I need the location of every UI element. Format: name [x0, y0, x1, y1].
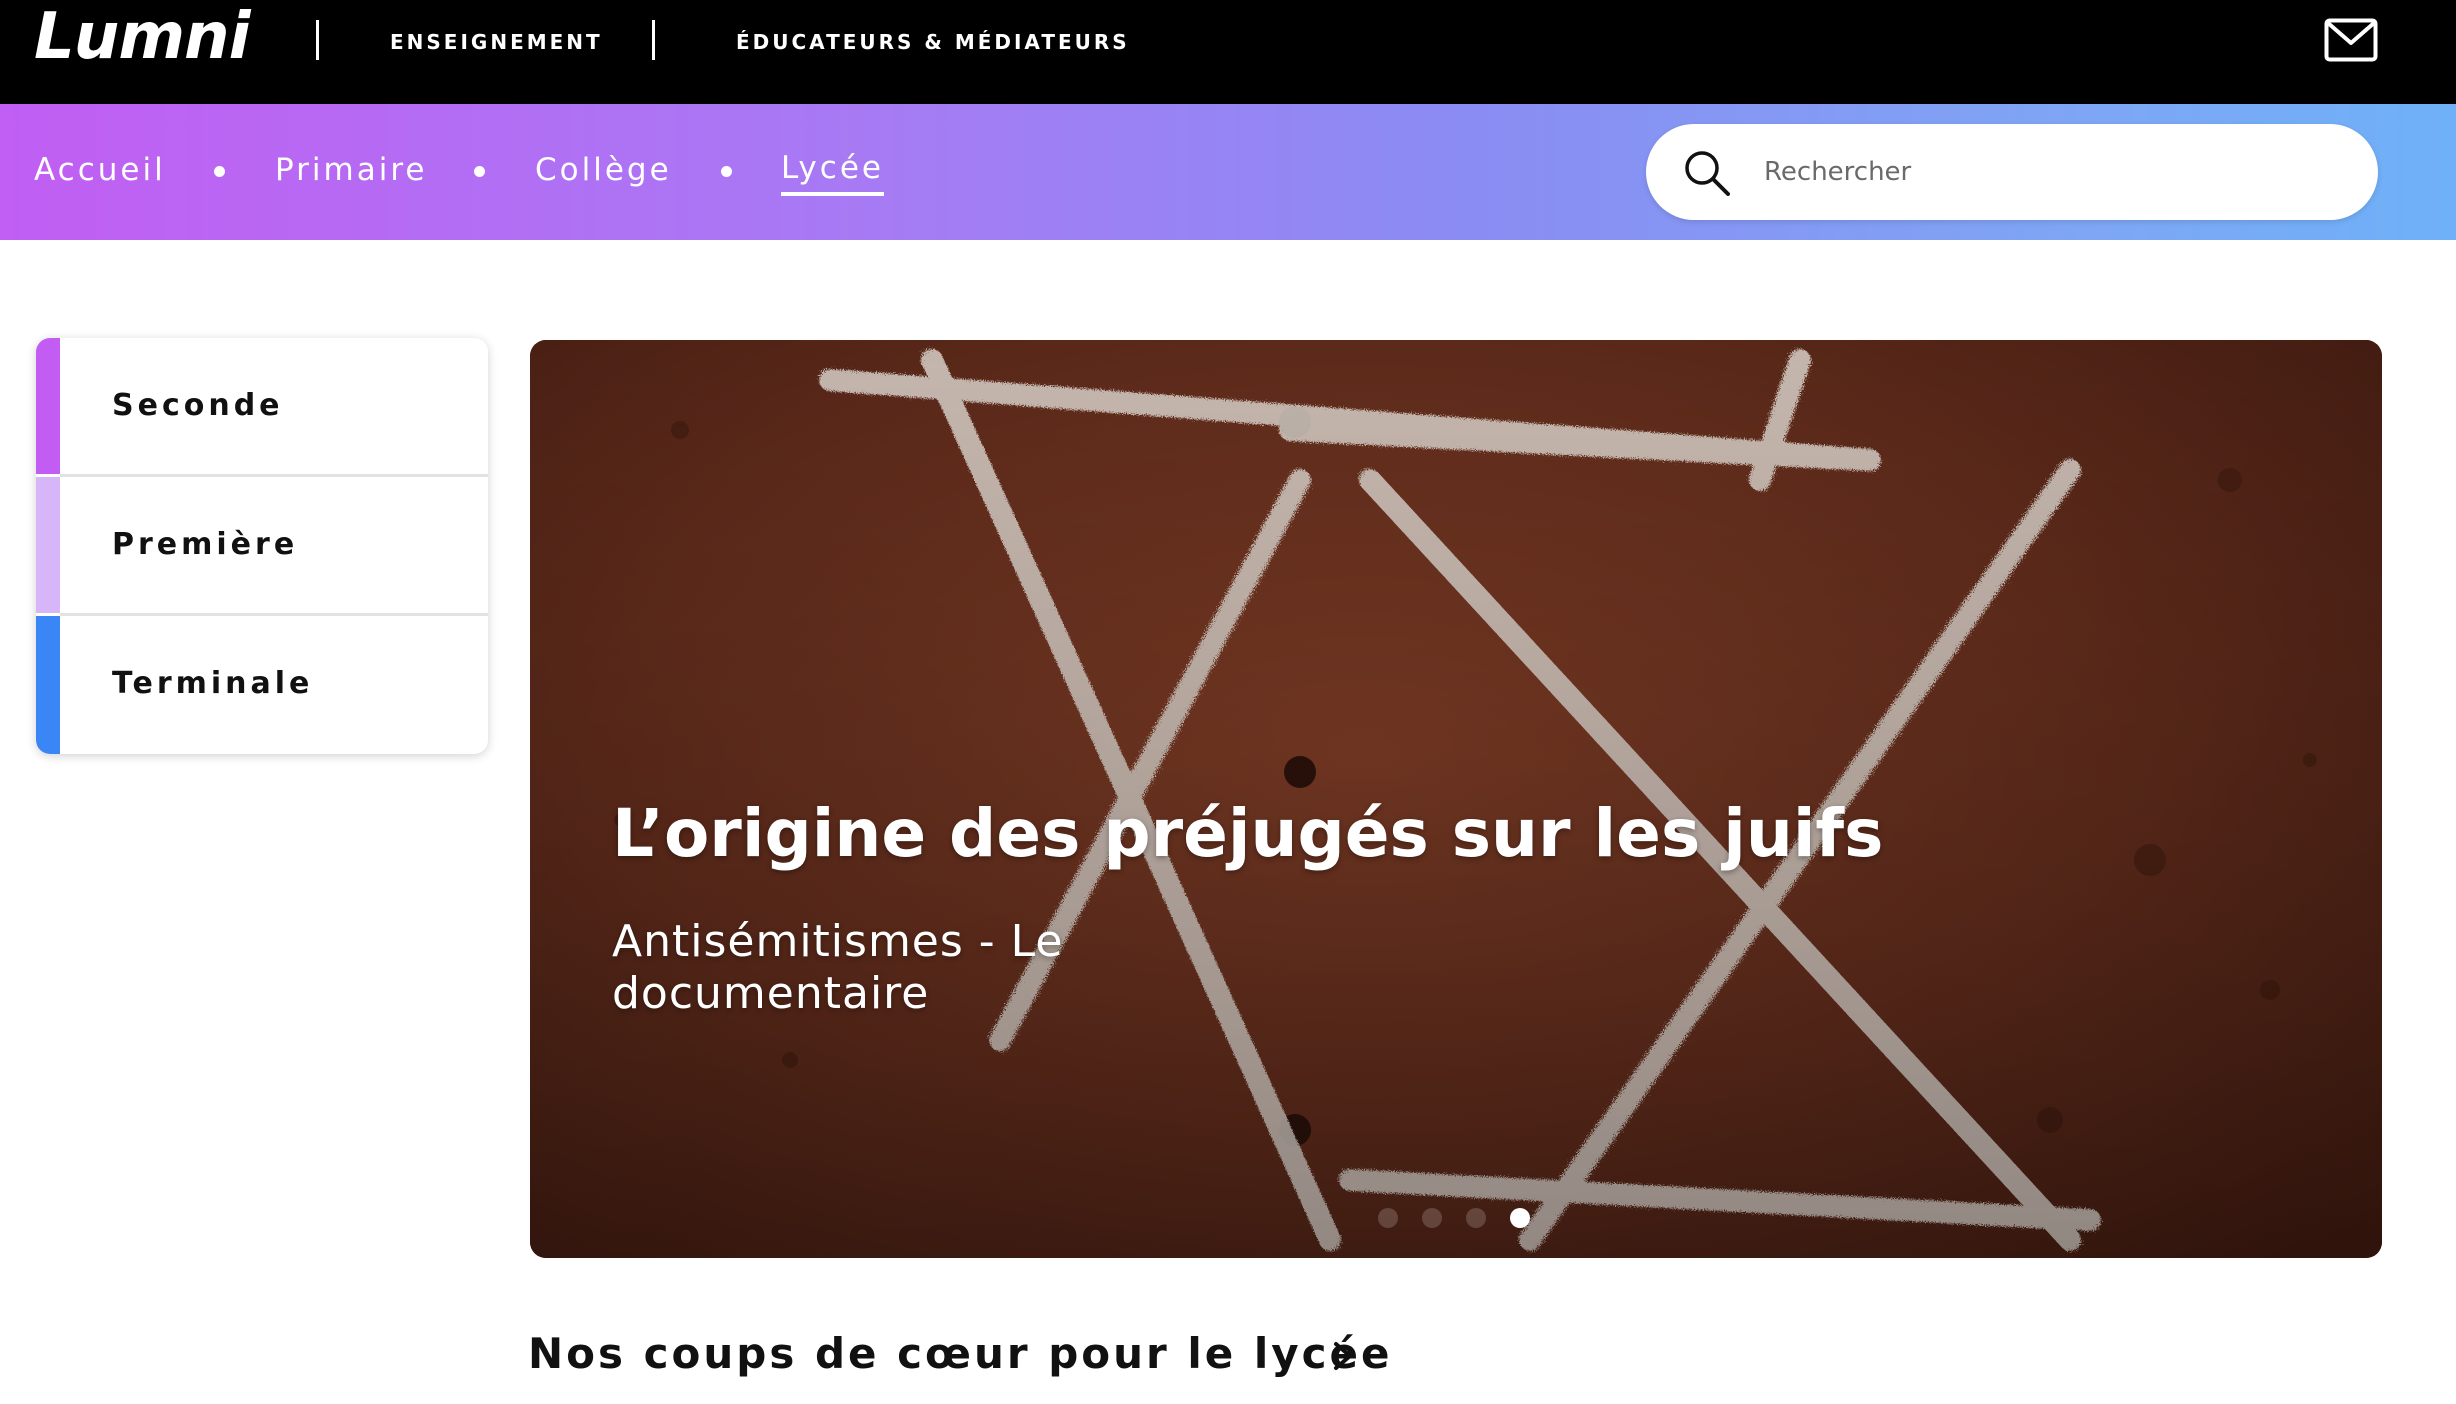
- nav-item-college[interactable]: Collège: [535, 150, 672, 190]
- nav-item-lycee[interactable]: Lycée: [781, 148, 884, 196]
- carousel-dot[interactable]: [1378, 1208, 1398, 1228]
- sidebar-color-bar: [36, 616, 60, 754]
- search-icon[interactable]: [1682, 148, 1732, 198]
- sidebar-color-bar: [36, 338, 60, 474]
- sidebar-item-premiere[interactable]: Première: [36, 477, 488, 613]
- hero-subtitle: Antisémitismes - Le documentaire: [612, 916, 1064, 1019]
- section-title[interactable]: Nos coups de cœur pour le lycée: [528, 1326, 1393, 1382]
- carousel-dot[interactable]: [1466, 1208, 1486, 1228]
- sidebar-color-bar: [36, 477, 60, 613]
- header-link-educateurs[interactable]: ÉDUCATEURS & MÉDIATEURS: [736, 28, 1130, 56]
- sidebar-item-seconde[interactable]: Seconde: [36, 338, 488, 474]
- grade-sidebar: Seconde Première Terminale: [36, 338, 488, 754]
- search-box[interactable]: [1646, 124, 2378, 220]
- carousel-dot[interactable]: [1422, 1208, 1442, 1228]
- carousel-pagination: [1378, 1208, 1538, 1230]
- nav-separator-dot: [214, 166, 225, 177]
- nav-separator-dot: [474, 166, 485, 177]
- sidebar-item-label: Terminale: [112, 666, 314, 701]
- nav-item-accueil[interactable]: Accueil: [34, 150, 166, 190]
- lumni-logo[interactable]: Lumni: [34, 2, 251, 72]
- level-navigation: Accueil Primaire Collège Lycée: [0, 104, 2456, 240]
- mail-icon[interactable]: [2324, 18, 2378, 62]
- sidebar-item-label: Première: [112, 527, 299, 562]
- carousel-dot-active[interactable]: [1510, 1208, 1530, 1228]
- header-separator: [316, 20, 319, 60]
- top-bar: Lumni ENSEIGNEMENT ÉDUCATEURS & MÉDIATEU…: [0, 0, 2456, 104]
- sidebar-item-terminale[interactable]: Terminale: [36, 616, 488, 754]
- search-input[interactable]: [1764, 146, 2344, 198]
- sidebar-item-label: Seconde: [112, 388, 284, 423]
- nav-separator-dot: [721, 166, 732, 177]
- hero-carousel[interactable]: L’origine des préjugés sur les juifs Ant…: [530, 340, 2382, 1258]
- header-link-enseignement[interactable]: ENSEIGNEMENT: [390, 28, 603, 56]
- chevron-right-icon[interactable]: [1330, 1338, 1356, 1374]
- hero-title[interactable]: L’origine des préjugés sur les juifs: [612, 794, 2112, 874]
- nav-item-primaire[interactable]: Primaire: [275, 150, 427, 190]
- header-separator: [652, 20, 655, 60]
